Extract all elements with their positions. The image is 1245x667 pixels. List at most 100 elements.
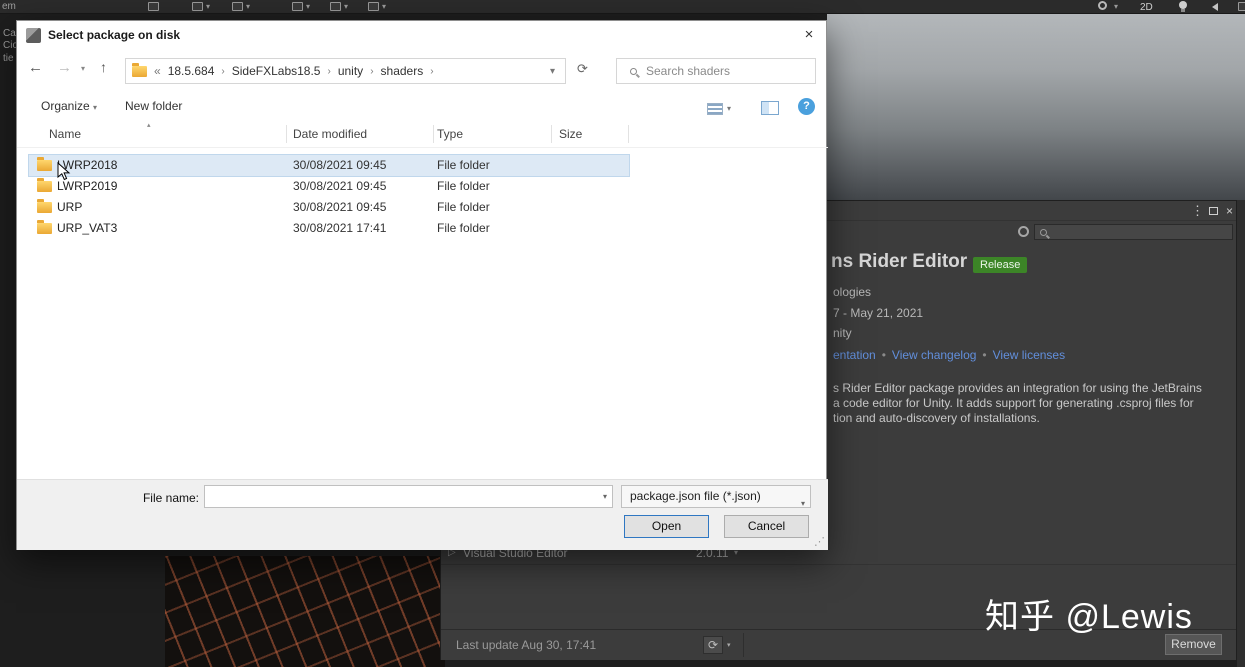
file-row-urp-vat3[interactable]: URP_VAT3 30/08/2021 17:41 File folder	[29, 218, 629, 239]
up-button[interactable]: ↑	[100, 59, 107, 75]
chevron-down-icon[interactable]: ▾	[306, 2, 310, 11]
back-button[interactable]: ←	[28, 59, 43, 76]
scene-lighting-icon[interactable]	[1179, 1, 1187, 12]
scene-audio-icon[interactable]	[1212, 3, 1218, 11]
chevron-down-icon[interactable]: ▾	[603, 492, 607, 501]
tool-icon-1[interactable]	[192, 2, 203, 11]
tool-icon-4[interactable]	[330, 2, 341, 11]
change-view-icon[interactable]	[707, 103, 723, 115]
description-line: s Rider Editor package provides an integ…	[833, 381, 1202, 395]
chevron-down-icon[interactable]: ▾	[344, 2, 348, 11]
resize-grip[interactable]: ⋰	[814, 535, 825, 548]
column-divider[interactable]	[433, 125, 434, 143]
scene-view-sky	[827, 14, 1245, 200]
chevron-down-icon[interactable]: ▾	[1114, 2, 1118, 11]
changelog-link[interactable]: View changelog	[892, 348, 977, 362]
sort-ascending-icon: ▴	[147, 122, 151, 129]
documentation-link[interactable]: entation	[833, 348, 876, 362]
package-description: s Rider Editor package provides an integ…	[833, 381, 1233, 427]
package-links: entation • View changelog • View license…	[833, 348, 1065, 362]
address-dropdown-caret[interactable]: ▾	[550, 66, 559, 77]
tool-icon-partial-right[interactable]	[1238, 2, 1245, 11]
last-update-text: Last update Aug 30, 17:41	[456, 638, 597, 652]
column-header-type[interactable]: Type	[437, 127, 463, 141]
divider	[743, 633, 744, 657]
breadcrumb-item[interactable]: 18.5.684	[168, 64, 215, 78]
forward-button[interactable]: →	[57, 59, 72, 76]
release-badge: Release	[973, 257, 1028, 273]
file-name-combobox[interactable]: ▾	[204, 485, 613, 508]
breadcrumb-item[interactable]: shaders	[381, 64, 424, 78]
close-icon[interactable]: ×	[792, 21, 826, 49]
file-type: File folder	[437, 221, 490, 235]
maximize-icon[interactable]	[1209, 207, 1218, 215]
chevron-separator-icon[interactable]: ›	[430, 66, 433, 77]
left-panel-fragment: em	[2, 1, 16, 12]
breadcrumb-item[interactable]: SideFXLabs18.5	[232, 64, 321, 78]
select-package-dialog: Select package on disk × ← → ▾ ↑ « 18.5.…	[16, 20, 828, 550]
package-title: ns Rider Editor	[831, 251, 968, 272]
gear-icon[interactable]	[1018, 226, 1029, 237]
breadcrumb-prefix[interactable]: «	[154, 64, 161, 78]
search-input[interactable]	[646, 64, 815, 78]
column-header-size[interactable]: Size	[559, 127, 582, 141]
close-icon[interactable]: ×	[1226, 204, 1233, 218]
tool-icon-3[interactable]	[292, 2, 303, 11]
chevron-separator-icon[interactable]: ›	[370, 66, 373, 77]
chevron-down-icon[interactable]: ▾	[727, 641, 731, 649]
file-name: URP	[57, 200, 83, 214]
file-date: 30/08/2021 17:41	[293, 221, 387, 235]
chevron-separator-icon[interactable]: ›	[221, 66, 224, 77]
file-row-lwrp2018[interactable]: LWRP2018 30/08/2021 09:45 File folder	[28, 154, 630, 177]
divider	[17, 147, 828, 148]
recent-locations-caret[interactable]: ▾	[81, 64, 85, 73]
breadcrumb-item[interactable]: unity	[338, 64, 363, 78]
help-icon[interactable]: ?	[798, 98, 815, 115]
chevron-down-icon[interactable]: ▾	[246, 2, 250, 11]
column-divider[interactable]	[286, 125, 287, 143]
search-icon	[1040, 228, 1047, 236]
dialog-titlebar[interactable]: Select package on disk ×	[17, 21, 826, 49]
column-header-name[interactable]: Name	[49, 127, 81, 141]
search-box[interactable]	[616, 58, 816, 84]
chevron-down-icon[interactable]: ▾	[727, 104, 731, 113]
tool-icon-2[interactable]	[232, 2, 243, 11]
open-button[interactable]: Open	[624, 515, 709, 538]
refresh-button[interactable]: ⟳	[703, 636, 723, 654]
refresh-icon[interactable]: ⟳	[577, 61, 588, 77]
preview-pane-icon[interactable]	[761, 101, 779, 115]
editor-toolbar: ▾ ▾ ▾ ▾ ▾ ▾ 2D	[0, 0, 1245, 14]
2d-mode-toggle[interactable]: 2D	[1140, 2, 1153, 13]
file-date: 30/08/2021 09:45	[293, 158, 387, 172]
folder-icon	[132, 62, 147, 77]
organize-button[interactable]: Organize ▾	[41, 99, 97, 113]
file-type: File folder	[437, 200, 490, 214]
column-divider[interactable]	[628, 125, 629, 143]
file-name-input[interactable]	[209, 488, 589, 502]
chevron-down-icon[interactable]: ▾	[382, 2, 386, 11]
scene-view-grid	[165, 556, 445, 667]
file-name-label: File name:	[142, 491, 199, 505]
shading-mode-icon[interactable]	[1098, 1, 1107, 10]
new-folder-button[interactable]: New folder	[125, 99, 182, 113]
package-version: 7 - May 21, 2021	[833, 306, 924, 320]
package-search-box[interactable]	[1034, 224, 1233, 240]
package-registry: nity	[833, 326, 852, 340]
chevron-separator-icon[interactable]: ›	[327, 66, 330, 77]
column-divider[interactable]	[551, 125, 552, 143]
column-header-date[interactable]: Date modified	[293, 127, 367, 141]
tool-icon-partial[interactable]	[148, 2, 159, 11]
dot-separator: •	[982, 348, 987, 362]
file-type-filter-select[interactable]: package.json file (*.json) ▾	[621, 485, 811, 508]
file-row-lwrp2019[interactable]: LWRP2019 30/08/2021 09:45 File folder	[29, 176, 629, 197]
dialog-title: Select package on disk	[48, 28, 181, 42]
address-bar[interactable]: « 18.5.684 › SideFXLabs18.5 › unity › sh…	[125, 58, 566, 84]
file-row-urp[interactable]: URP 30/08/2021 09:45 File folder	[29, 197, 629, 218]
chevron-down-icon[interactable]: ▾	[206, 2, 210, 11]
folder-icon	[37, 178, 52, 192]
kebab-menu-icon[interactable]: ⋮	[1191, 204, 1204, 218]
cancel-button[interactable]: Cancel	[724, 515, 809, 538]
licenses-link[interactable]: View licenses	[993, 348, 1065, 362]
folder-icon	[37, 220, 52, 234]
tool-icon-5[interactable]	[368, 2, 379, 11]
